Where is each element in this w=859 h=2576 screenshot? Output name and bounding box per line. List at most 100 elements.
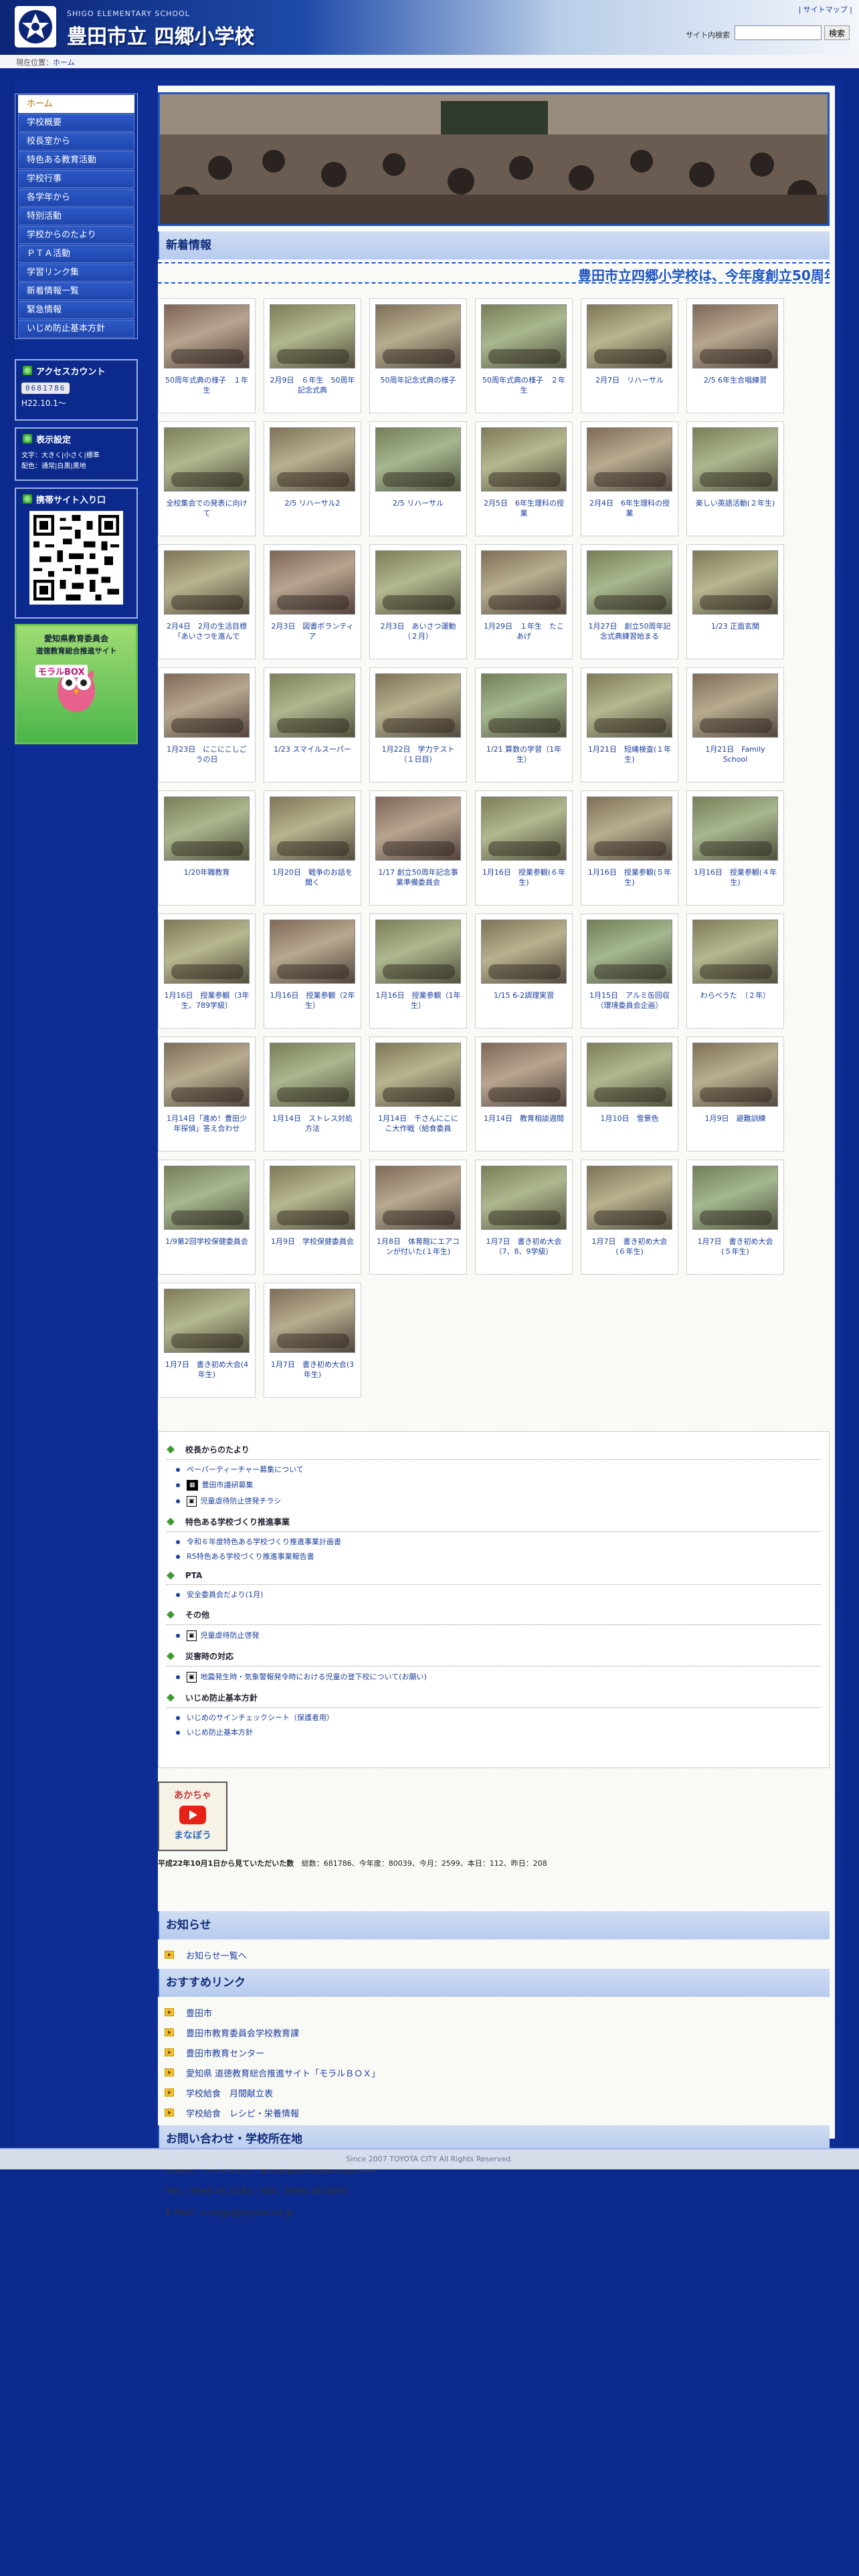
moral-box-banner[interactable]: 愛知県教育委員会 道徳教育総合推進サイト モラルBOX (15, 624, 138, 744)
news-thumbnail[interactable] (692, 304, 778, 368)
news-title-link[interactable]: 1月22日 学力テスト（１日目） (375, 744, 461, 766)
news-title-link[interactable]: 1/21 算数の学習（1年生） (481, 744, 567, 766)
sidebar-item-9[interactable]: 学習リンク集 (18, 263, 134, 282)
news-card[interactable]: 1月29日 １年生 たこあげ (475, 544, 573, 659)
news-thumbnail[interactable] (692, 920, 778, 984)
news-card[interactable]: 2月4日 6年生理科の授業 (581, 421, 678, 536)
news-thumbnail[interactable] (164, 1166, 250, 1230)
links-item[interactable]: いじめ防止基本方針 (176, 1728, 821, 1737)
news-title-link[interactable]: 1月9日 避難訓練 (692, 1113, 778, 1135)
links-item[interactable]: 令和６年度特色ある学校づくり推進事業計画書 (176, 1537, 821, 1547)
news-thumbnail[interactable] (270, 1289, 355, 1353)
news-title-link[interactable]: 1/15 6-2調理実習 (481, 990, 567, 1012)
news-card[interactable]: 1月9日 学校保健委員会 (264, 1160, 361, 1275)
school-name-title[interactable]: 豊田市立 四郷小学校 (67, 20, 254, 49)
news-title-link[interactable]: 1月16日 授業参観(４年生) (692, 867, 778, 889)
news-thumbnail[interactable] (375, 796, 461, 861)
news-title-link[interactable]: 1月29日 １年生 たこあげ (481, 621, 567, 643)
news-card[interactable]: 1月23日 にこにこしごうの日 (158, 667, 256, 782)
news-title-link[interactable]: 1月14日 教育相談週間 (481, 1113, 567, 1135)
news-title-link[interactable]: 2/5 6年生合唱練習 (692, 375, 778, 397)
news-thumbnail[interactable] (587, 1043, 672, 1107)
recommend-link[interactable]: 学校給食 月間献立表 (158, 2082, 830, 2103)
news-title-link[interactable]: 1月7日 書き初め大会(4年生) (164, 1360, 250, 1381)
news-title-link[interactable]: 1月14日「進め！豊田少年探偵」答え合わせ (164, 1113, 250, 1135)
news-thumbnail[interactable] (270, 673, 355, 738)
recommend-link[interactable]: 愛知県 道徳教育総合推進サイト「モラルＢＯＸ」 (158, 2062, 830, 2082)
recommend-link[interactable]: 豊田市教育委員会学校教育課 (158, 2022, 830, 2042)
news-title-link[interactable]: 2月4日 2月の生活目標「あいさつを進んで (164, 621, 250, 643)
news-card[interactable]: 1月14日 教育相談週間 (475, 1037, 573, 1152)
news-card[interactable]: 1月7日 書き初め大会（7、8、9学級） (475, 1160, 573, 1275)
sidebar-item-12[interactable]: いじめ防止基本方針 (18, 320, 134, 338)
links-item[interactable]: ▣ 地震発生時・気象警報発令時における児童の登下校について(お願い) (176, 1672, 821, 1683)
news-title-link[interactable]: 2/5 リハーサル2 (270, 498, 355, 520)
news-card[interactable]: 1月16日 授業参観(６年生) (475, 790, 573, 905)
news-card[interactable]: 1月9日 避難訓練 (686, 1037, 784, 1152)
news-card[interactable]: 1月8日 体育館にエアコンが付いた(１年生) (369, 1160, 467, 1275)
site-search-input[interactable] (735, 25, 822, 40)
news-title-link[interactable]: 1月21日 Family School (692, 744, 778, 766)
news-thumbnail[interactable] (164, 1289, 250, 1353)
sidebar-item-0[interactable]: ホーム (18, 95, 134, 113)
sidebar-item-7[interactable]: 学校からのたより (18, 226, 134, 244)
news-title-link[interactable]: 1月16日 授業参観（1年生） (375, 990, 461, 1012)
news-title-link[interactable]: 1月20日 戦争のお話を聞く (270, 867, 355, 889)
news-thumbnail[interactable] (270, 920, 355, 984)
news-title-link[interactable]: 50周年記念式典の様子 (375, 375, 461, 397)
news-title-link[interactable]: 1月16日 授業参観(６年生) (481, 867, 567, 889)
news-thumbnail[interactable] (375, 427, 461, 492)
news-thumbnail[interactable] (692, 1166, 778, 1230)
news-card[interactable]: 1月14日「進め！豊田少年探偵」答え合わせ (158, 1037, 256, 1152)
links-item[interactable]: ペーパーティーチャー募集について (176, 1465, 821, 1475)
news-card[interactable]: 1月10日 雪景色 (581, 1037, 678, 1152)
news-title-link[interactable]: 50周年式典の様子 １年生 (164, 375, 250, 397)
news-title-link[interactable]: 1月10日 雪景色 (587, 1113, 672, 1135)
news-card[interactable]: 1月22日 学力テスト（１日目） (369, 667, 467, 782)
news-card[interactable]: 1月16日 授業参観（3年生、789学級） (158, 914, 256, 1029)
recommend-link[interactable]: 豊田市 (158, 2002, 830, 2022)
news-title-link[interactable]: 2月3日 図書ボランティア (270, 621, 355, 643)
news-thumbnail[interactable] (164, 304, 250, 368)
news-title-link[interactable]: 全校集会での発表に向けて (164, 498, 250, 520)
news-card[interactable]: 2月9日 ６年生 50周年記念式典 (264, 298, 361, 413)
news-thumbnail[interactable] (587, 550, 672, 615)
recommend-link[interactable]: 学校給食 レシピ・栄養情報 (158, 2103, 830, 2123)
recommend-link[interactable]: 豊田市教育センター (158, 2042, 830, 2062)
news-card[interactable]: 50周年式典の様子 ２年生 (475, 298, 573, 413)
sidebar-item-3[interactable]: 特色ある教育活動 (18, 151, 134, 169)
news-thumbnail[interactable] (164, 427, 250, 492)
news-title-link[interactable]: 2月7日 リハーサル (587, 375, 672, 397)
news-thumbnail[interactable] (692, 673, 778, 738)
news-card[interactable]: 1月15日 アルミ缶回収（環境委員会企画） (581, 914, 678, 1029)
news-thumbnail[interactable] (692, 550, 778, 615)
news-card[interactable]: 2月4日 2月の生活目標「あいさつを進んで (158, 544, 256, 659)
contact-email[interactable]: E-Mail：s-shigo@toyota.ed.jp (166, 2206, 293, 2218)
sidebar-item-8[interactable]: ＰＴＡ活動 (18, 245, 134, 263)
news-card[interactable]: 1/17 創立50周年記念事業準備委員会 (369, 790, 467, 905)
news-thumbnail[interactable] (164, 673, 250, 738)
news-thumbnail[interactable] (481, 673, 567, 738)
news-title-link[interactable]: わらべうた （２年） (692, 990, 778, 1012)
news-card[interactable]: 1月21日 Family School (686, 667, 784, 782)
news-card[interactable]: 1/9第2回学校保健委員会 (158, 1160, 256, 1275)
links-item[interactable]: ▦ 豊田市議研募集 (176, 1480, 821, 1491)
news-thumbnail[interactable] (270, 427, 355, 492)
news-card[interactable]: 全校集会での発表に向けて (158, 421, 256, 536)
news-thumbnail[interactable] (692, 427, 778, 492)
news-title-link[interactable]: 2月3日 あいさつ運動（２月） (375, 621, 461, 643)
breadcrumb-home[interactable]: ホーム (53, 58, 75, 67)
news-card[interactable]: 1/15 6-2調理実習 (475, 914, 573, 1029)
news-thumbnail[interactable] (587, 1166, 672, 1230)
news-title-link[interactable]: 1月9日 学校保健委員会 (270, 1237, 355, 1258)
news-card[interactable]: 1月16日 授業参観(５年生) (581, 790, 678, 905)
news-thumbnail[interactable] (587, 920, 672, 984)
links-item[interactable]: 安全委員会だより(1月) (176, 1590, 821, 1600)
news-thumbnail[interactable] (587, 427, 672, 492)
news-title-link[interactable]: 1/9第2回学校保健委員会 (164, 1237, 250, 1258)
news-thumbnail[interactable] (481, 796, 567, 861)
news-card[interactable]: 2/5 リハーサル2 (264, 421, 361, 536)
text-size-options[interactable]: 文字：大きく|小さく|標準 (21, 451, 131, 461)
news-title-link[interactable]: 2月9日 ６年生 50周年記念式典 (270, 375, 355, 397)
news-thumbnail[interactable] (270, 1166, 355, 1230)
